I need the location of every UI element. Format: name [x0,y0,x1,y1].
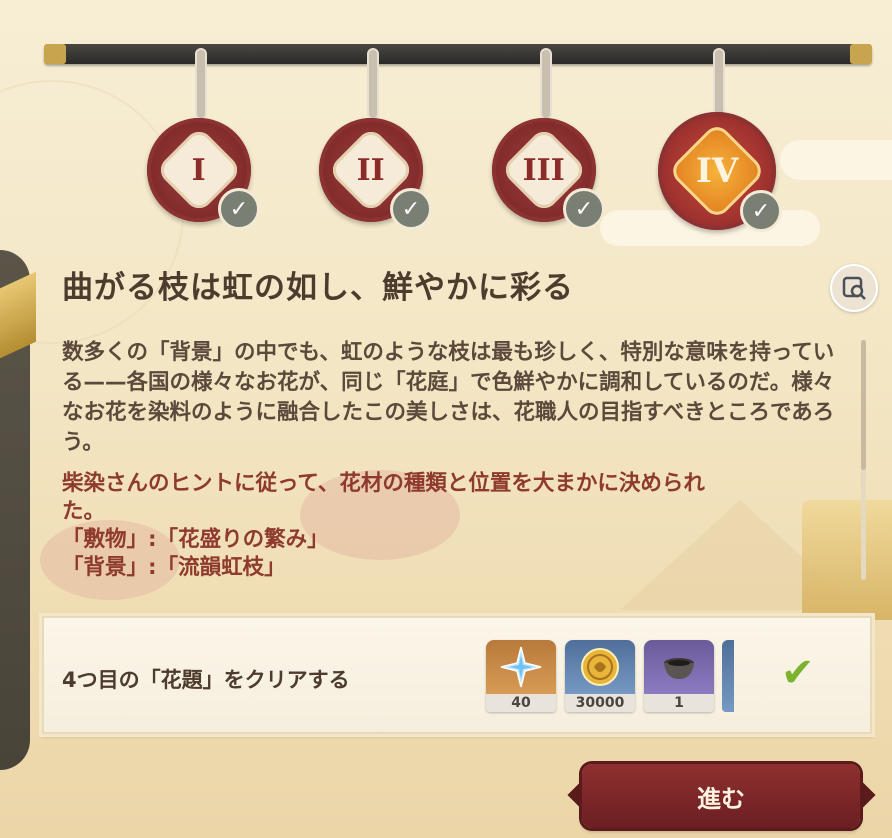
completed-check-icon: ✓ [740,190,782,232]
scrollbar-thumb[interactable] [861,340,866,470]
medal-string [540,48,552,120]
reward-count: 1 [644,694,714,712]
rod-cap-left [44,44,66,64]
primogem-icon [500,646,542,688]
reward-item-partial[interactable] [722,640,734,712]
reward-item[interactable]: 30000 [565,640,635,712]
stage-numeral: I [191,152,207,188]
task-complete-check-icon: ✔ [781,650,815,696]
hint-line: 柴染さんのヒントに従って、花材の種類と位置を大まかに決められ [62,471,705,496]
bowl-icon [664,658,694,679]
quest-hint: 柴染さんのヒントに従って、花材の種類と位置を大まかに決められ た。 「敷物」:「… [62,470,842,582]
hint-line: 「背景」:「流韻虹枝」 [62,555,286,580]
reward-count: 40 [486,694,556,712]
medal-string [195,48,207,120]
reward-count: 30000 [565,694,635,712]
stage-numeral: IV [695,150,739,191]
rod-cap-right [850,44,872,64]
medal-string [367,48,379,120]
completed-check-icon: ✓ [390,188,432,230]
reward-item[interactable]: 40 [486,640,556,712]
hanging-rod [44,44,872,64]
hint-line: た。 [62,499,106,524]
completed-check-icon: ✓ [218,188,260,230]
task-label: 4つ目の「花題」をクリアする [62,668,350,692]
medal-string [713,48,725,120]
background-cloud [780,140,892,180]
left-gold-decoration [0,271,36,359]
completed-check-icon: ✓ [563,188,605,230]
quest-description: 数多くの「背景」の中でも、虹のような枝は最も珍しく、特別な意味を持っている——各… [62,340,835,455]
stage-numeral: II [356,152,386,188]
hint-line: 「敷物」:「花盛りの繁み」 [62,527,329,552]
reward-item[interactable]: 1 [644,640,714,712]
view-detail-button[interactable] [830,264,878,312]
search-icon [842,276,866,300]
mora-icon [581,648,619,686]
proceed-button[interactable]: 進む [582,764,860,828]
stage-numeral: III [522,152,566,188]
quest-title: 曲がる枝は虹の如し、鮮やかに彩る [62,270,574,306]
